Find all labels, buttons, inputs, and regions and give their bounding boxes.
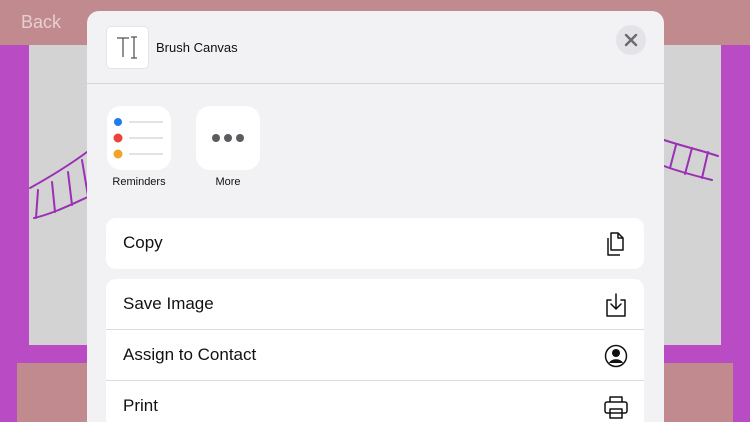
text-cursor-icon	[117, 36, 137, 59]
left-stroke	[29, 151, 91, 219]
reminders-app-button[interactable]	[107, 106, 171, 170]
right-stroke	[663, 139, 719, 181]
save-image-label: Save Image	[123, 294, 214, 313]
assign-contact-label: Assign to Contact	[123, 345, 257, 364]
document-title: Brush Canvas	[156, 40, 238, 55]
more-label: More	[215, 176, 241, 188]
more-apps-button[interactable]	[196, 106, 260, 170]
contact-icon	[604, 344, 628, 368]
close-icon	[624, 33, 638, 47]
action-group-main: Save Image Assign to Contact Print	[106, 279, 644, 422]
copy-label: Copy	[123, 233, 163, 252]
close-button[interactable]	[616, 25, 646, 55]
save-image-action[interactable]: Save Image	[106, 279, 644, 330]
share-sheet-header: Brush Canvas	[87, 11, 664, 84]
more-icon	[212, 134, 244, 142]
action-group-copy: Copy	[106, 218, 644, 269]
share-sheet: Brush Canvas Reminders More Copy Save Im…	[87, 11, 664, 422]
printer-icon	[604, 396, 628, 419]
assign-contact-action[interactable]: Assign to Contact	[106, 330, 644, 381]
document-thumbnail	[107, 27, 148, 68]
save-image-icon	[606, 293, 626, 317]
print-action[interactable]: Print	[106, 381, 644, 422]
copy-icon	[607, 232, 624, 256]
reminders-icon	[113, 117, 163, 159]
reminders-label: Reminders	[112, 176, 166, 188]
print-label: Print	[123, 396, 158, 415]
copy-action[interactable]: Copy	[106, 218, 644, 269]
